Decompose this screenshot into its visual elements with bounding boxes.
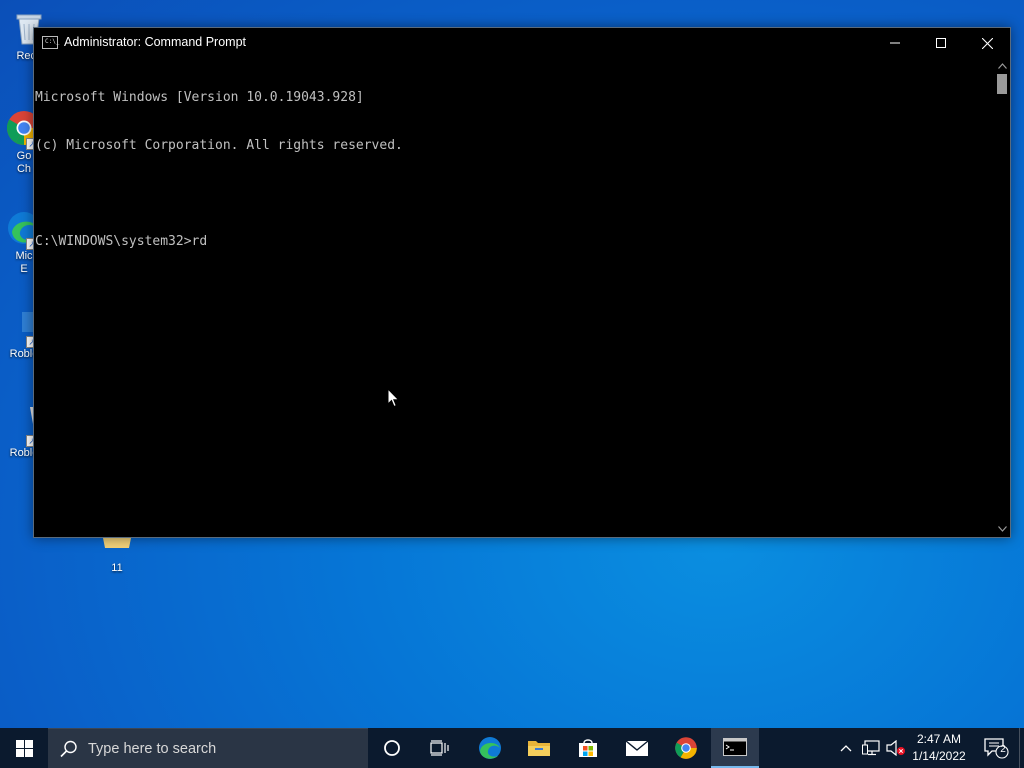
mail-icon (625, 740, 649, 756)
chevron-up-icon (840, 745, 852, 752)
clock-time: 2:47 AM (916, 732, 962, 746)
cortana-icon (384, 740, 400, 756)
volume-muted-icon (886, 740, 905, 756)
console-line: (c) Microsoft Corporation. All rights re… (35, 138, 403, 153)
command-prompt-icon (723, 738, 747, 756)
search-placeholder: Type here to search (88, 740, 217, 757)
search-box[interactable]: Type here to search (48, 728, 368, 768)
window-titlebar[interactable]: C:\_ Administrator: Command Prompt (34, 28, 1010, 58)
folder-icon (528, 741, 550, 756)
taskbar-edge-button[interactable] (466, 728, 514, 768)
windows-logo-icon (15, 739, 33, 757)
show-desktop-button[interactable] (1019, 728, 1024, 768)
desktop: Recy ↗ Go Ch ↗ Mic E ↗ Roblo ↗ Roblo 11 … (0, 0, 1024, 728)
minimize-button[interactable] (872, 28, 918, 58)
scroll-thumb[interactable] (997, 74, 1007, 94)
command-prompt-window[interactable]: C:\_ Administrator: Command Prompt Micro… (33, 27, 1011, 538)
clock-date: 1/14/2022 (912, 749, 966, 763)
maximize-button[interactable] (918, 28, 964, 58)
edge-icon (479, 737, 501, 759)
chevron-up-icon (997, 63, 1007, 69)
window-title: Administrator: Command Prompt (64, 35, 247, 49)
chrome-icon (675, 737, 697, 759)
taskbar: Type here to search 2:47 AM 1/14/2022 2 (0, 728, 1024, 768)
close-button[interactable] (964, 28, 1010, 58)
console-line: Microsoft Windows [Version 10.0.19043.92… (35, 90, 364, 105)
taskbar-command-prompt-button[interactable] (711, 728, 759, 768)
vertical-scrollbar[interactable] (994, 58, 1010, 537)
close-icon (981, 37, 993, 49)
notification-count-badge: 2 (1000, 744, 1006, 755)
store-icon (579, 739, 597, 757)
minimize-icon (890, 42, 900, 44)
start-button[interactable] (0, 728, 48, 768)
chevron-down-icon (997, 526, 1007, 532)
volume-button[interactable] (884, 728, 908, 768)
maximize-icon (936, 38, 946, 48)
command-prompt-icon: C:\_ (42, 36, 59, 49)
scroll-down-button[interactable] (994, 521, 1010, 537)
taskbar-chrome-button[interactable] (662, 728, 710, 768)
task-view-icon (430, 740, 449, 756)
taskbar-mail-button[interactable] (613, 728, 661, 768)
action-center-button[interactable]: 2 (978, 728, 1014, 768)
search-icon (60, 740, 77, 757)
network-icon (862, 740, 880, 756)
desktop-icon-label: 11 (111, 562, 123, 574)
taskbar-file-explorer-button[interactable] (515, 728, 563, 768)
scroll-up-button[interactable] (994, 58, 1010, 74)
console-prompt-line: C:\WINDOWS\system32>rd (35, 234, 208, 249)
cortana-button[interactable] (368, 728, 416, 768)
network-button[interactable] (860, 728, 882, 768)
taskbar-store-button[interactable] (564, 728, 612, 768)
mouse-pointer-icon (387, 388, 400, 408)
show-hidden-icons-button[interactable] (836, 728, 856, 768)
console-output[interactable]: Microsoft Windows [Version 10.0.19043.92… (34, 58, 994, 537)
task-view-button[interactable] (416, 728, 464, 768)
clock-button[interactable]: 2:47 AM 1/14/2022 (906, 728, 972, 768)
